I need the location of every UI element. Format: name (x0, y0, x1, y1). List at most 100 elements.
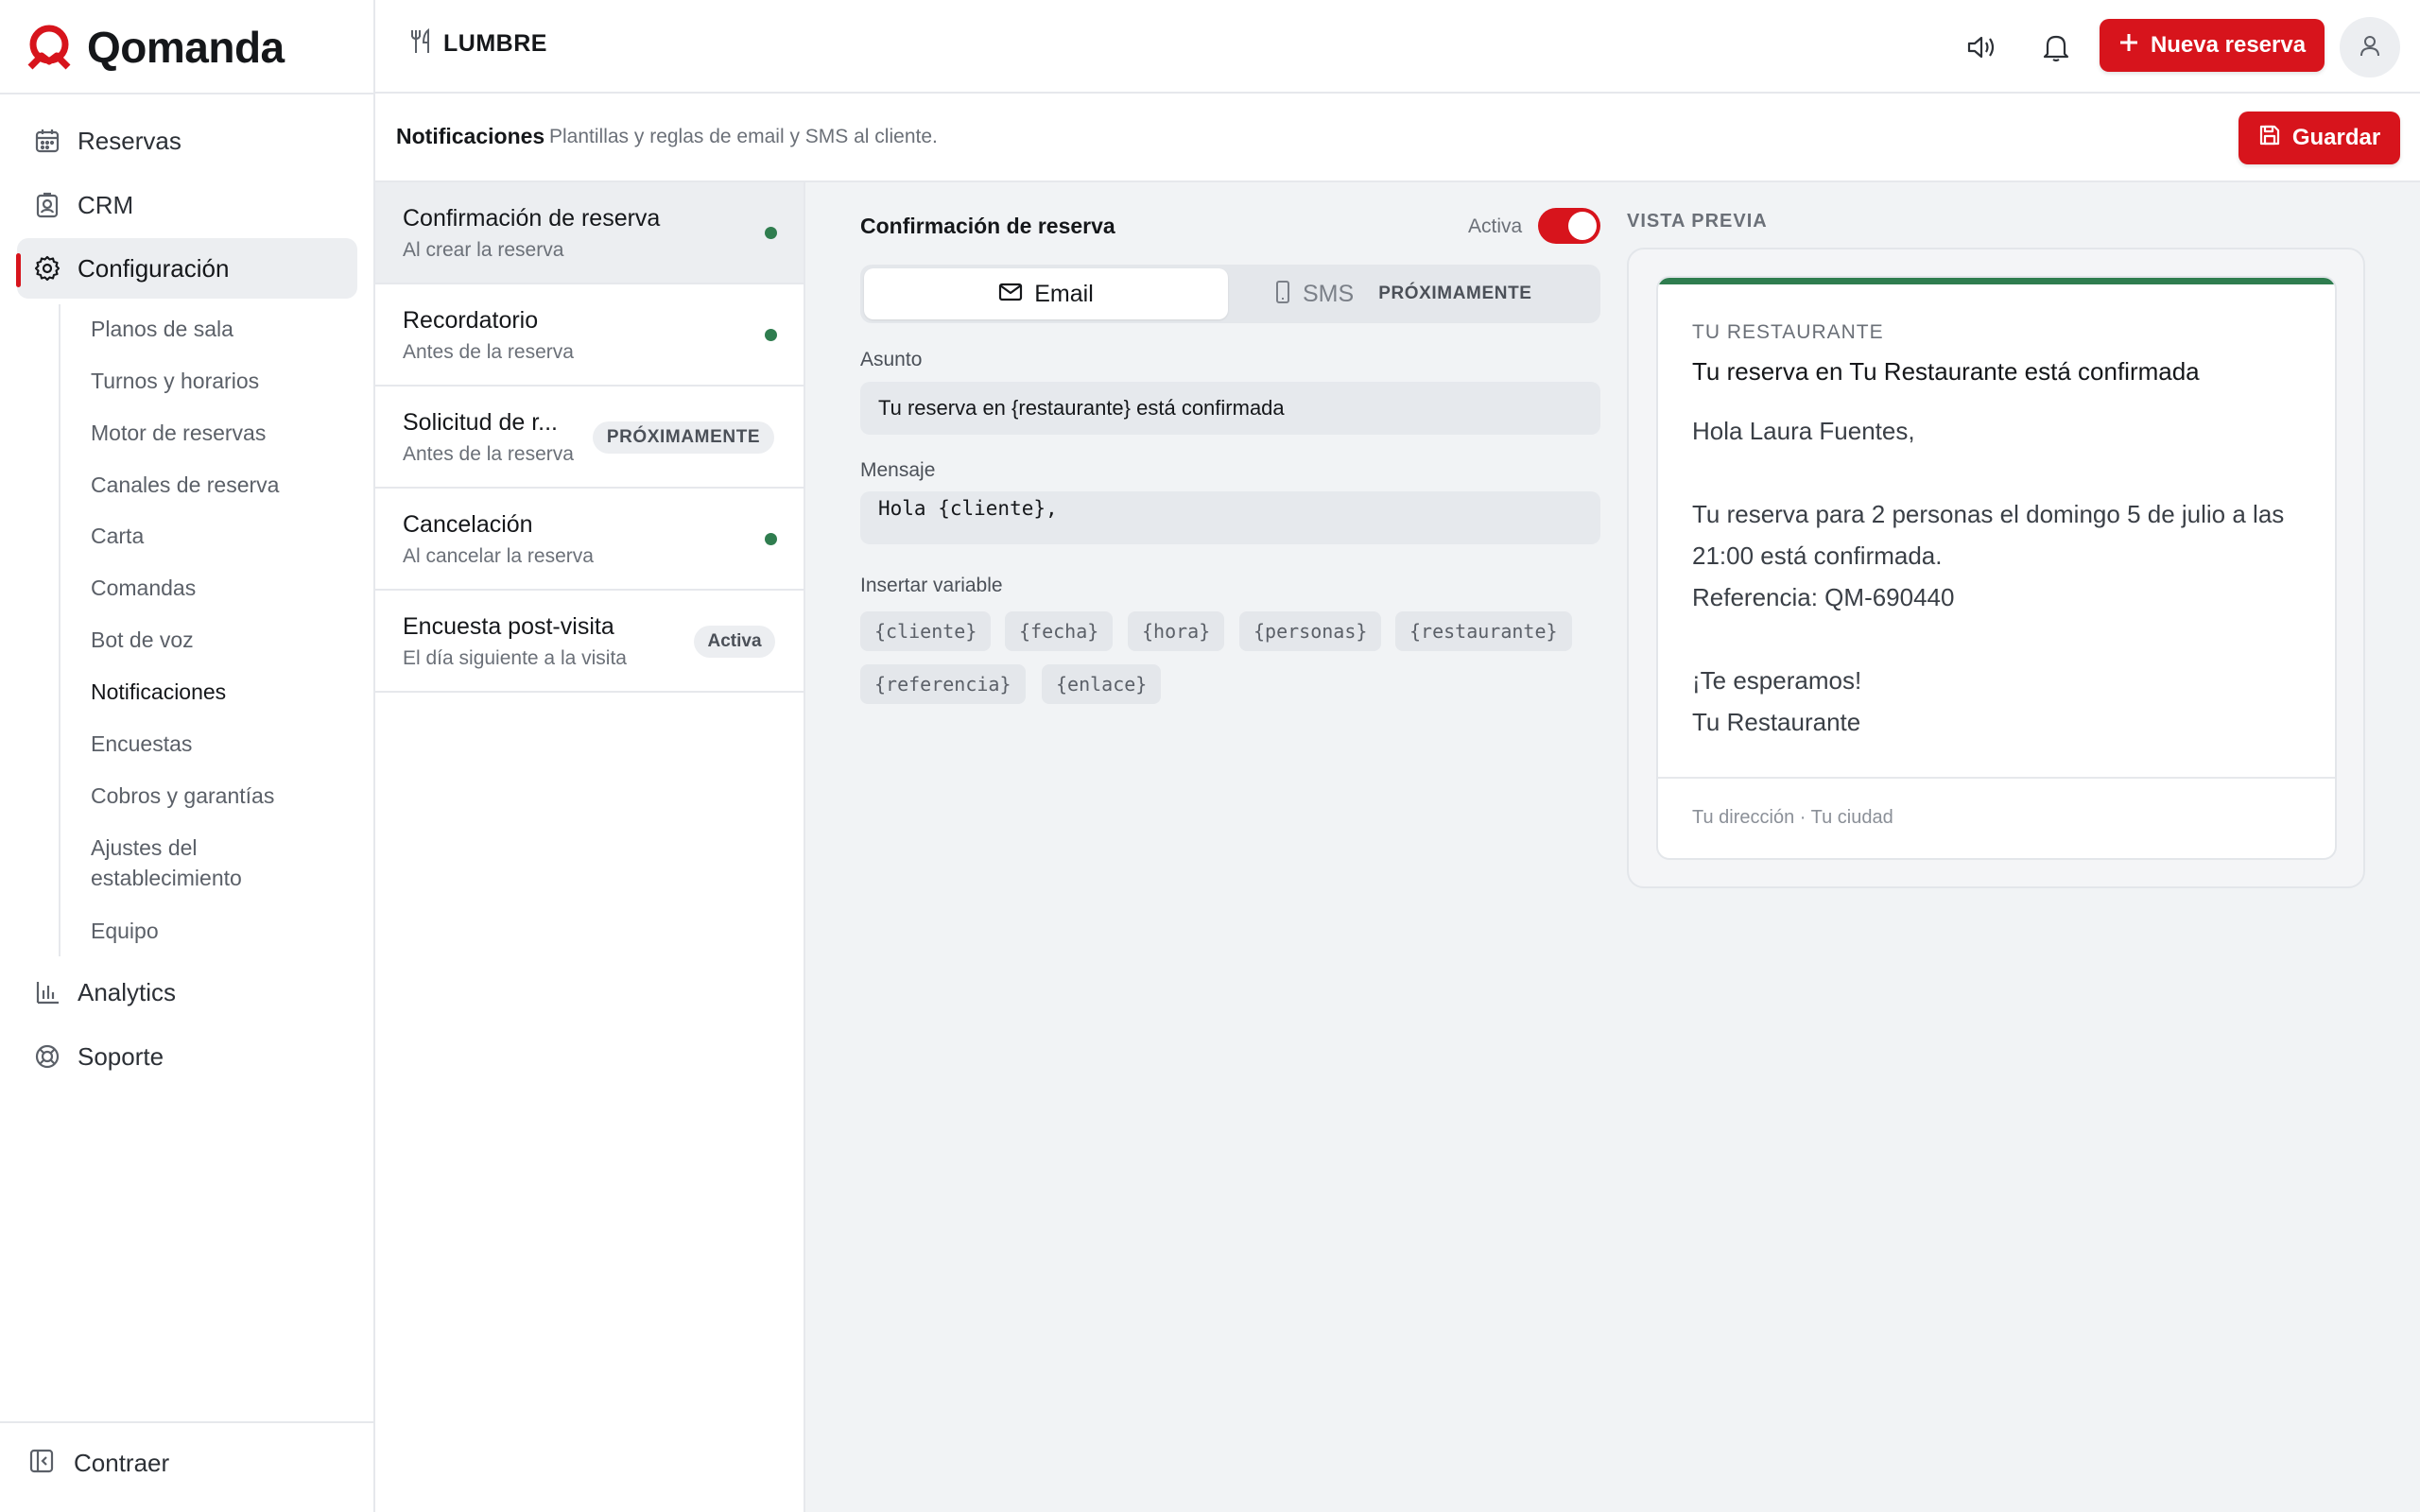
divider (0, 1421, 373, 1423)
variable-chip-restaurante[interactable]: {restaurante} (1395, 611, 1572, 651)
status-dot-active (765, 533, 777, 545)
template-item-recordatorio[interactable]: Recordatorio Antes de la reserva (375, 284, 804, 387)
preview-line: ¡Te esperamos! (1692, 666, 1862, 695)
variable-chip-enlace[interactable]: {enlace} (1042, 664, 1162, 704)
qomanda-logo[interactable]: Qomanda (25, 21, 285, 74)
sidebar-item-reservas[interactable]: Reservas (17, 111, 357, 171)
section-header: Notificaciones Plantillas y reglas de em… (375, 94, 2420, 182)
template-subtitle: Al crear la reserva (403, 239, 564, 261)
new-reservation-label: Nueva reserva (2150, 32, 2307, 58)
phone-icon (1274, 280, 1291, 309)
submenu-item[interactable]: Bot de voz (91, 625, 194, 655)
sidebar: Qomanda Reservas CRM Configuración Plano… (0, 0, 375, 1512)
message-textarea[interactable]: Hola {cliente}, (860, 491, 1600, 544)
coming-soon-badge: PRÓXIMAMENTE (593, 421, 774, 454)
submenu-item[interactable]: Motor de reservas (91, 418, 266, 448)
preview-body: Hola Laura Fuentes, Tu reserva para 2 pe… (1692, 410, 2316, 743)
preview-line: Tu Restaurante (1692, 708, 1861, 736)
template-title: Cancelación (403, 511, 533, 538)
tab-sms-label: SMS (1303, 280, 1355, 307)
sidebar-item-crm[interactable]: CRM (17, 175, 357, 235)
template-item-confirmacion[interactable]: Confirmación de reserva Al crear la rese… (375, 182, 804, 284)
submenu-item-notificaciones[interactable]: Notificaciones (91, 677, 226, 707)
sms-coming-soon-badge: PRÓXIMAMENTE (1378, 284, 1532, 303)
variable-chip-referencia[interactable]: {referencia} (860, 664, 1026, 704)
new-reservation-button[interactable]: Nueva reserva (2100, 19, 2325, 72)
variable-chip-personas[interactable]: {personas} (1239, 611, 1382, 651)
sidebar-item-analytics[interactable]: Analytics (17, 962, 357, 1022)
collapse-sidebar-button[interactable]: Contraer (28, 1448, 169, 1479)
avatar[interactable] (2340, 17, 2400, 77)
active-toggle-label: Activa (1468, 215, 1523, 237)
tab-email[interactable]: Email (864, 268, 1228, 319)
template-subtitle: El día siguiente a la visita (403, 647, 627, 669)
contact-card-icon (17, 192, 78, 218)
preview-restaurant-name: TU RESTAURANTE (1692, 321, 1884, 343)
preview-line: Hola Laura Fuentes, (1692, 417, 1915, 445)
bell-icon[interactable] (2037, 28, 2075, 66)
variable-chip-hora[interactable]: {hora} (1128, 611, 1225, 651)
variable-chip-fecha[interactable]: {fecha} (1005, 611, 1114, 651)
template-subtitle: Antes de la reserva (403, 341, 574, 363)
channel-segmented-control: Email SMS PRÓXIMAMENTE (860, 265, 1600, 323)
submenu-item[interactable]: Carta (91, 521, 144, 551)
top-bar: LUMBRE Nueva reserva (375, 0, 2420, 94)
preview-subject: Tu reserva en Tu Restaurante está confir… (1692, 357, 2200, 386)
user-icon (2358, 33, 2382, 62)
submenu-item[interactable]: Turnos y horarios (91, 366, 259, 396)
save-button[interactable]: Guardar (2238, 112, 2400, 164)
bar-chart-icon (17, 979, 78, 1005)
plus-icon (2118, 32, 2139, 60)
subject-label: Asunto (860, 349, 923, 370)
divider (1658, 777, 2335, 779)
toggle-knob (1568, 212, 1597, 240)
status-dot-active (765, 227, 777, 239)
preview-accent-bar (1658, 278, 2335, 284)
tab-email-label: Email (1034, 280, 1094, 307)
calendar-icon (17, 128, 78, 154)
submenu-item[interactable]: Canales de reserva (91, 470, 279, 500)
template-title: Recordatorio (403, 307, 539, 334)
page-title: Notificaciones (396, 124, 545, 148)
submenu-item[interactable]: Comandas (91, 573, 196, 603)
sidebar-item-configuracion[interactable]: Configuración (17, 238, 357, 299)
tab-sms[interactable]: SMS PRÓXIMAMENTE (1274, 268, 1532, 319)
cutlery-icon (409, 27, 434, 60)
sidebar-item-soporte[interactable]: Soporte (17, 1026, 357, 1087)
qomanda-logo-icon (27, 25, 71, 70)
sidebar-collapse-icon (28, 1448, 55, 1479)
template-item-encuesta[interactable]: Encuesta post-visita El día siguiente a … (375, 591, 804, 693)
active-toggle[interactable] (1538, 208, 1600, 244)
template-subtitle: Antes de la reserva (403, 443, 574, 465)
sidebar-item-label: Soporte (78, 1041, 164, 1071)
page-description: Plantillas y reglas de email y SMS al cl… (549, 126, 938, 147)
submenu-item[interactable]: Planos de sala (91, 314, 233, 344)
preview-line: Referencia: QM-690440 (1692, 583, 1955, 611)
insert-variable-label: Insertar variable (860, 575, 1003, 596)
template-item-cancelacion[interactable]: Cancelación Al cancelar la reserva (375, 489, 804, 591)
status-dot-active (765, 329, 777, 341)
lifebuoy-icon (17, 1043, 78, 1070)
variable-chip-cliente[interactable]: {cliente} (860, 611, 992, 651)
save-icon (2258, 124, 2281, 153)
submenu-item[interactable]: Encuestas (91, 729, 192, 759)
email-preview: TU RESTAURANTE Tu reserva en Tu Restaura… (1656, 276, 2337, 860)
divider (0, 93, 373, 94)
venue-selector[interactable]: LUMBRE (409, 27, 547, 60)
submenu-item[interactable]: Equipo (91, 916, 159, 946)
submenu-item[interactable]: Cobros y garantías (91, 781, 274, 811)
venue-name: LUMBRE (443, 30, 547, 57)
template-subtitle: Al cancelar la reserva (403, 545, 594, 567)
template-item-solicitud[interactable]: Solicitud de r... Antes de la reserva PR… (375, 387, 804, 489)
template-title: Confirmación de reserva (403, 205, 661, 232)
submenu-guide-line (59, 304, 60, 956)
sound-icon[interactable] (1963, 28, 2001, 66)
active-indicator (16, 253, 21, 287)
template-title: Encuesta post-visita (403, 613, 614, 640)
submenu-item[interactable]: Ajustes del establecimiento (91, 833, 299, 893)
sidebar-item-label: CRM (78, 190, 134, 219)
preview-line (1692, 618, 2316, 660)
active-badge: Activa (694, 626, 775, 658)
preview-footer: Tu dirección · Tu ciudad (1692, 807, 1893, 828)
subject-field[interactable]: Tu reserva en {restaurante} está confirm… (860, 382, 1600, 435)
